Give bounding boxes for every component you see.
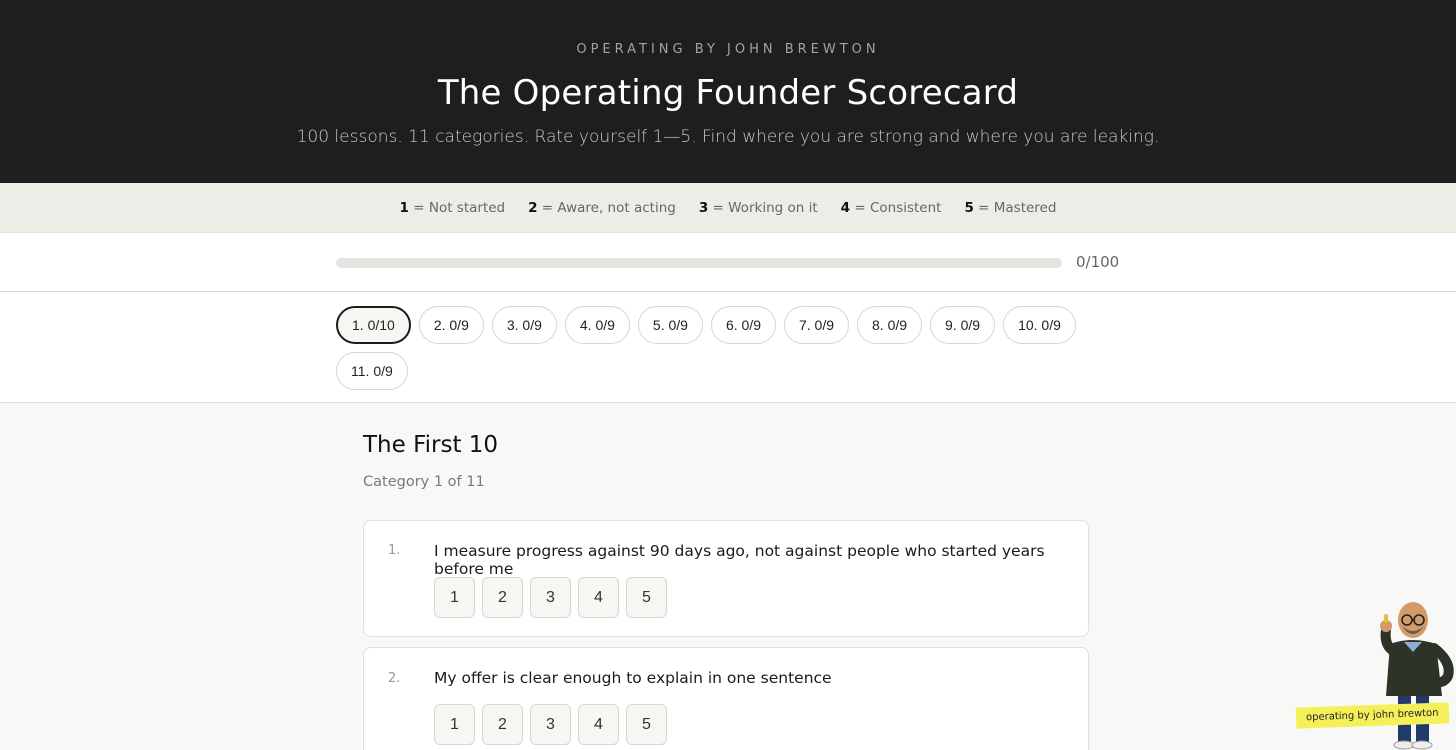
rating-button-4[interactable]: 4 bbox=[578, 704, 619, 745]
legend-item-4: 4 = Consistent bbox=[840, 199, 942, 216]
rating-button-1[interactable]: 1 bbox=[434, 704, 475, 745]
question-text: My offer is clear enough to explain in o… bbox=[434, 669, 832, 687]
page-header: OPERATING BY JOHN BREWTON The Operating … bbox=[0, 0, 1456, 183]
category-tabs-section: 1. 0/10 2. 0/9 3. 0/9 4. 0/9 5. 0/9 6. 0… bbox=[0, 292, 1456, 403]
rating-button-2[interactable]: 2 bbox=[482, 577, 523, 618]
rating-button-1[interactable]: 1 bbox=[434, 577, 475, 618]
tab-category-7[interactable]: 7. 0/9 bbox=[783, 306, 850, 344]
category-heading: The First 10 Category 1 of 11 bbox=[363, 432, 498, 490]
page-subtitle: 100 lessons. 11 categories. Rate yoursel… bbox=[296, 127, 1160, 147]
tab-category-6[interactable]: 6. 0/9 bbox=[710, 306, 776, 344]
rating-legend: 1 = Not started 2 = Aware, not acting 3 … bbox=[0, 183, 1456, 232]
rating-options: 1 2 3 4 5 bbox=[434, 577, 667, 618]
progress-bar bbox=[336, 258, 1062, 268]
category-tabs: 1. 0/10 2. 0/9 3. 0/9 4. 0/9 5. 0/9 6. 0… bbox=[336, 306, 1096, 390]
rating-button-5[interactable]: 5 bbox=[626, 577, 667, 618]
question-number: 2. bbox=[388, 671, 401, 686]
category-title: The First 10 bbox=[363, 432, 499, 458]
question-card: 2. My offer is clear enough to explain i… bbox=[363, 647, 1089, 750]
legend-item-3: 3 = Working on it bbox=[698, 199, 818, 216]
rating-button-3[interactable]: 3 bbox=[530, 704, 571, 745]
rating-button-2[interactable]: 2 bbox=[482, 704, 523, 745]
tab-category-11[interactable]: 11. 0/9 bbox=[336, 352, 408, 390]
progress-count: 0/100 bbox=[1076, 253, 1120, 271]
tab-category-8[interactable]: 8. 0/9 bbox=[857, 306, 923, 344]
tab-category-9[interactable]: 9. 0/9 bbox=[930, 306, 996, 344]
tab-category-10[interactable]: 10. 0/9 bbox=[1003, 306, 1076, 344]
header-eyebrow: OPERATING BY JOHN BREWTON bbox=[576, 42, 880, 57]
category-subtitle: Category 1 of 11 bbox=[363, 474, 485, 490]
rating-button-4[interactable]: 4 bbox=[578, 577, 619, 618]
tab-category-1[interactable]: 1. 0/10 bbox=[336, 306, 411, 344]
cartoon-avatar-icon bbox=[1380, 602, 1454, 750]
tab-category-3[interactable]: 3. 0/9 bbox=[491, 306, 557, 344]
legend-item-5: 5 = Mastered bbox=[964, 199, 1057, 216]
rating-button-3[interactable]: 3 bbox=[530, 577, 571, 618]
rating-options: 1 2 3 4 5 bbox=[434, 704, 667, 745]
page-title: The Operating Founder Scorecard bbox=[437, 73, 1019, 113]
tab-category-4[interactable]: 4. 0/9 bbox=[564, 306, 630, 344]
legend-item-1: 1 = Not started bbox=[399, 199, 506, 216]
tab-category-2[interactable]: 2. 0/9 bbox=[418, 306, 484, 344]
legend-item-2: 2 = Aware, not acting bbox=[528, 199, 676, 216]
question-card: 1. I measure progress against 90 days ag… bbox=[363, 520, 1089, 637]
progress-section: 0/100 bbox=[0, 232, 1456, 292]
question-number: 1. bbox=[388, 543, 401, 558]
rating-button-5[interactable]: 5 bbox=[626, 704, 667, 745]
question-text: I measure progress against 90 days ago, … bbox=[434, 542, 1045, 578]
tab-category-5[interactable]: 5. 0/9 bbox=[637, 306, 703, 344]
